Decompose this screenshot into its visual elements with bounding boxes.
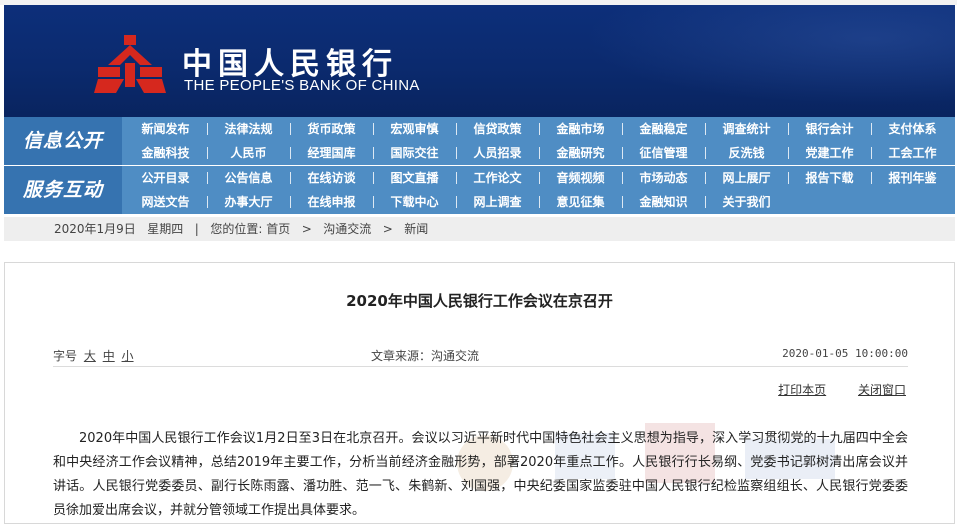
article-panel: 2020年中国人民银行工作会议在京召开 字号 大 中 小 文章来源：沟通交流 2… [4, 262, 955, 524]
close-window-link[interactable]: 关闭窗口 [858, 383, 906, 397]
nav-item[interactable]: 银行会计 [788, 117, 871, 141]
meta-divider [53, 366, 908, 367]
nav-item[interactable]: 报刊年鉴 [871, 166, 954, 190]
breadcrumb-separator: | [194, 222, 199, 236]
nav-item[interactable]: 关于我们 [705, 190, 788, 214]
font-size-switcher: 字号 大 中 小 [53, 347, 134, 364]
nav-item[interactable]: 宏观审慎 [373, 117, 456, 141]
nav-item[interactable]: 市场动态 [622, 166, 705, 190]
main-nav: 信息公开 新闻发布 法律法规 货币政策 宏观审慎 信贷政策 金融市场 金融稳定 调查统计 银行会… [4, 117, 955, 214]
location-label: 您的位置: [210, 222, 263, 236]
nav-item[interactable]: 信贷政策 [456, 117, 539, 141]
article-date: 2020-01-05 10:00:00 [782, 347, 908, 360]
nav-section-title: 服务互动 [4, 166, 122, 214]
nav-item[interactable]: 意见征集 [539, 190, 622, 214]
nav-item[interactable]: 图文直播 [373, 166, 456, 190]
font-size-large[interactable]: 大 [84, 349, 96, 363]
font-size-small[interactable]: 小 [122, 349, 134, 363]
nav-item[interactable]: 在线申报 [290, 190, 373, 214]
nav-item[interactable]: 下载中心 [373, 190, 456, 214]
nav-item[interactable]: 公告信息 [207, 166, 290, 190]
nav-item[interactable]: 反洗钱 [705, 141, 788, 165]
nav-grid: 新闻发布 法律法规 货币政策 宏观审慎 信贷政策 金融市场 金融稳定 调查统计 银行会计 支付体系… [124, 117, 955, 165]
nav-item[interactable]: 金融稳定 [622, 117, 705, 141]
nav-section-info: 信息公开 新闻发布 法律法规 货币政策 宏观审慎 信贷政策 金融市场 金融稳定 调查统计 银行会… [4, 117, 955, 165]
pboc-emblem-icon [94, 35, 166, 93]
banner-shine [535, 5, 955, 117]
breadcrumb-item-home[interactable]: 首页 [266, 222, 290, 236]
nav-item[interactable]: 工会工作 [871, 141, 954, 165]
nav-item[interactable]: 金融研究 [539, 141, 622, 165]
nav-item[interactable]: 经理国库 [290, 141, 373, 165]
site-banner: 中国人民银行 THE PEOPLE'S BANK OF CHINA [4, 5, 955, 117]
nav-item[interactable]: 支付体系 [871, 117, 954, 141]
breadcrumb-item-communication[interactable]: 沟通交流 [323, 222, 371, 236]
nav-item[interactable]: 货币政策 [290, 117, 373, 141]
nav-item[interactable]: 人员招录 [456, 141, 539, 165]
article-title: 2020年中国人民银行工作会议在京召开 [346, 292, 613, 310]
nav-item[interactable]: 公开目录 [124, 166, 207, 190]
nav-item[interactable]: 法律法规 [207, 117, 290, 141]
nav-item[interactable]: 金融科技 [124, 141, 207, 165]
nav-grid: 公开目录 公告信息 在线访谈 图文直播 工作论文 音频视频 市场动态 网上展厅 报告下载 报刊年鉴… [124, 166, 955, 214]
nav-item[interactable]: 新闻发布 [124, 117, 207, 141]
breadcrumb-item-news[interactable]: 新闻 [404, 222, 428, 236]
nav-item[interactable]: 金融知识 [622, 190, 705, 214]
site-title-en[interactable]: THE PEOPLE'S BANK OF CHINA [184, 77, 420, 94]
breadcrumb-arrow: > [382, 222, 393, 236]
nav-item[interactable]: 国际交往 [373, 141, 456, 165]
current-date: 2020年1月9日 [54, 222, 136, 236]
nav-item[interactable]: 金融市场 [539, 117, 622, 141]
nav-item[interactable]: 网送文告 [124, 190, 207, 214]
font-size-label: 字号 [53, 349, 78, 363]
nav-section-title: 信息公开 [4, 117, 122, 165]
breadcrumb-arrow: > [301, 222, 312, 236]
nav-item[interactable]: 在线访谈 [290, 166, 373, 190]
nav-section-service: 服务互动 公开目录 公告信息 在线访谈 图文直播 工作论文 音频视频 市场动态 网上展厅 报告下… [4, 166, 955, 214]
article-meta: 字号 大 中 小 文章来源：沟通交流 2020-01-05 10:00:00 [53, 347, 908, 365]
nav-item[interactable]: 网上展厅 [705, 166, 788, 190]
current-weekday: 星期四 [147, 222, 184, 236]
article-source: 文章来源：沟通交流 [371, 349, 480, 363]
nav-item[interactable]: 报告下载 [788, 166, 871, 190]
nav-item[interactable]: 网上调查 [456, 190, 539, 214]
font-size-medium[interactable]: 中 [103, 349, 115, 363]
nav-item[interactable]: 调查统计 [705, 117, 788, 141]
nav-item[interactable]: 工作论文 [456, 166, 539, 190]
nav-item[interactable]: 人民币 [207, 141, 290, 165]
breadcrumb: 2020年1月9日 星期四 | 您的位置: 首页 > 沟通交流 > 新闻 [4, 217, 955, 241]
nav-item[interactable]: 征信管理 [622, 141, 705, 165]
nav-item[interactable]: 党建工作 [788, 141, 871, 165]
article-body: 2020年中国人民银行工作会议1月2日至3日在北京召开。会议以习近平新时代中国特… [53, 431, 908, 518]
nav-item[interactable]: 办事大厅 [207, 190, 290, 214]
nav-item[interactable]: 音频视频 [539, 166, 622, 190]
